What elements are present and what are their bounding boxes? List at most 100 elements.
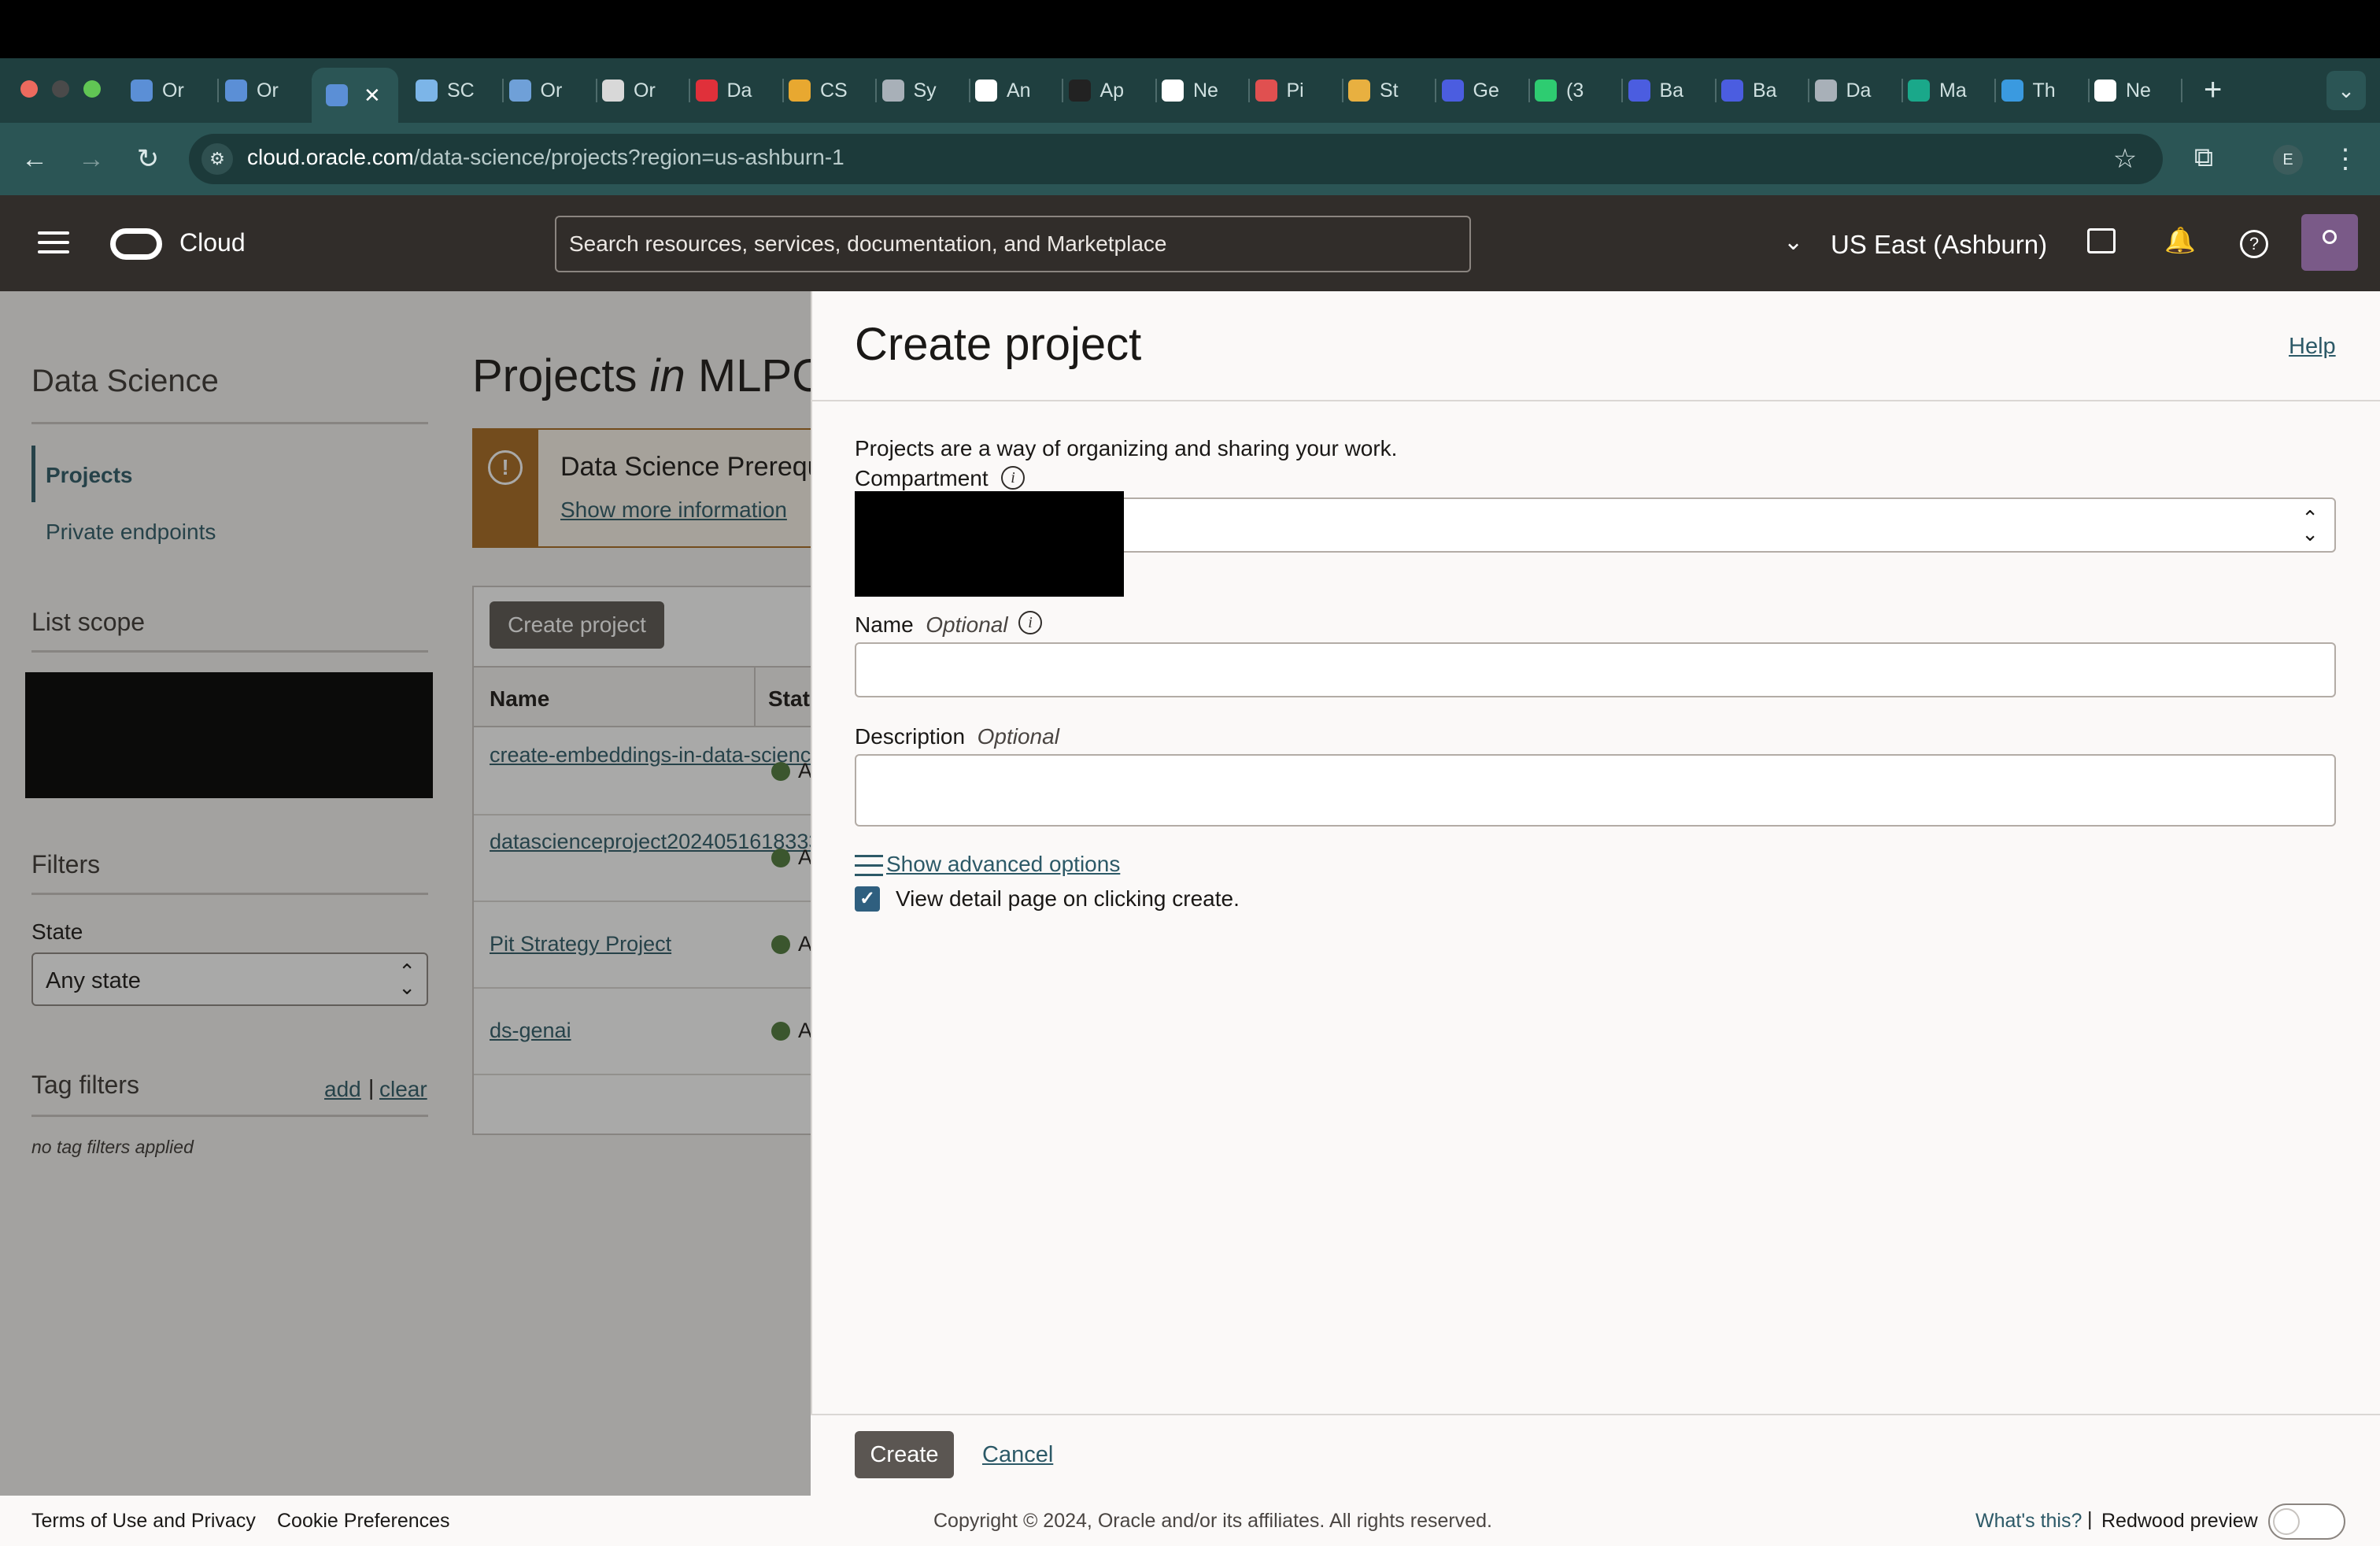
- redwood-preview-toggle[interactable]: [2268, 1503, 2345, 1540]
- tab-favicon-icon: [416, 80, 438, 102]
- tab-separator: [875, 79, 877, 102]
- browser-tab[interactable]: Or: [602, 68, 690, 113]
- tab-separator: [1714, 79, 1717, 102]
- tab-favicon-icon: [508, 80, 531, 102]
- tab-label: Ap: [1099, 79, 1125, 102]
- browser-tab[interactable]: Pi: [1255, 68, 1343, 113]
- notifications-bell-icon[interactable]: 🔔: [2164, 225, 2196, 255]
- tab-separator: [1994, 79, 1996, 102]
- tab-separator: [1062, 79, 1063, 102]
- view-detail-checkbox[interactable]: ✓: [855, 886, 880, 912]
- compartment-info-icon[interactable]: i: [1001, 466, 1025, 490]
- back-icon[interactable]: ←: [17, 143, 52, 175]
- tab-label: Ne: [2126, 79, 2151, 102]
- browser-tab[interactable]: ✕: [312, 68, 398, 123]
- tab-favicon-icon: [1441, 80, 1464, 102]
- browser-tab[interactable]: Or: [508, 68, 597, 113]
- tab-favicon-icon: [1348, 80, 1370, 102]
- menu-bar: [0, 0, 2380, 58]
- tab-separator: [689, 79, 690, 102]
- browser-tab[interactable]: Ba: [1721, 68, 1809, 113]
- site-info-icon[interactable]: ⚙: [201, 143, 233, 175]
- name-field[interactable]: [855, 642, 2336, 697]
- browser-tab[interactable]: Da: [695, 68, 784, 113]
- description-field[interactable]: [855, 754, 2336, 827]
- panel-header-divider: [811, 400, 2380, 401]
- browser-menu-icon[interactable]: ⋮: [2328, 143, 2363, 175]
- tab-favicon-icon: [695, 80, 718, 102]
- profile-avatar[interactable]: E: [2273, 145, 2303, 175]
- advanced-options-icon[interactable]: [855, 852, 883, 878]
- tab-favicon-icon: [1814, 80, 1837, 102]
- cloud-logo-text[interactable]: Cloud: [179, 228, 246, 257]
- browser-tab[interactable]: Ap: [1068, 68, 1157, 113]
- browser-tab[interactable]: Ne: [1162, 68, 1250, 113]
- browser-tab[interactable]: Th: [2001, 68, 2090, 113]
- browser-tab[interactable]: Or: [131, 68, 219, 113]
- tab-label: Or: [540, 79, 563, 102]
- tab-label: Pi: [1286, 79, 1304, 102]
- tab-favicon-icon: [1721, 80, 1743, 102]
- help-icon[interactable]: ?: [2240, 230, 2268, 258]
- cancel-link[interactable]: Cancel: [982, 1442, 1053, 1468]
- tab-separator: [1341, 79, 1343, 102]
- name-info-icon[interactable]: i: [1018, 611, 1042, 634]
- url-text[interactable]: cloud.oracle.com/data-science/projects?r…: [247, 145, 844, 170]
- tab-favicon-icon: [1068, 80, 1091, 102]
- name-label: Name Optional: [855, 612, 1008, 637]
- tab-favicon-icon: [1255, 80, 1277, 102]
- description-textarea[interactable]: [856, 756, 2334, 825]
- help-link[interactable]: Help: [2289, 334, 2336, 360]
- terms-link[interactable]: Terms of Use and Privacy: [31, 1510, 256, 1533]
- close-window-button[interactable]: [20, 80, 38, 98]
- tab-label: Or: [162, 79, 184, 102]
- browser-tab[interactable]: Ma: [1908, 68, 1996, 113]
- browser-tab[interactable]: Or: [225, 68, 313, 113]
- close-tab-icon[interactable]: ✕: [364, 83, 381, 108]
- reload-icon[interactable]: ↻: [131, 143, 165, 175]
- browser-tab[interactable]: Da: [1814, 68, 1903, 113]
- tab-label: Sy: [913, 79, 937, 102]
- show-advanced-options-link[interactable]: Show advanced options: [886, 852, 1120, 877]
- region-selector[interactable]: US East (Ashburn): [1831, 230, 2047, 260]
- tab-separator: [2181, 79, 2182, 102]
- browser-tab[interactable]: SC: [416, 68, 504, 113]
- tab-favicon-icon: [881, 80, 904, 102]
- tab-label: CS: [820, 79, 848, 102]
- browser-tab[interactable]: Ba: [1628, 68, 1717, 113]
- tab-favicon-icon: [2001, 80, 2023, 102]
- global-search[interactable]: [555, 216, 1471, 272]
- extensions-icon[interactable]: ⧉: [2186, 142, 2221, 173]
- region-chevron-icon[interactable]: ⌄: [1783, 228, 1803, 256]
- browser-tab[interactable]: (3: [1535, 68, 1623, 113]
- tab-label: Th: [2032, 79, 2056, 102]
- browser-tab[interactable]: An: [975, 68, 1063, 113]
- whats-this-link[interactable]: What's this?: [1975, 1510, 2082, 1533]
- cookie-preferences-link[interactable]: Cookie Preferences: [277, 1510, 450, 1533]
- browser-tab[interactable]: Ge: [1441, 68, 1530, 113]
- user-avatar[interactable]: [2301, 214, 2358, 271]
- footer-separator: |: [2087, 1508, 2093, 1530]
- new-tab-button[interactable]: +: [2204, 72, 2222, 108]
- tab-favicon-icon: [975, 80, 997, 102]
- browser-tab[interactable]: St: [1348, 68, 1436, 113]
- create-button[interactable]: Create: [855, 1431, 954, 1478]
- browser-tab[interactable]: Ne: [2094, 68, 2182, 113]
- search-input[interactable]: [556, 217, 1469, 271]
- browser-tab[interactable]: CS: [789, 68, 877, 113]
- oracle-logo-icon[interactable]: [110, 228, 162, 260]
- hamburger-menu-icon[interactable]: [38, 231, 69, 253]
- view-detail-label[interactable]: View detail page on clicking create.: [896, 886, 1240, 912]
- browser-tab[interactable]: Sy: [881, 68, 970, 113]
- bookmark-star-icon[interactable]: ☆: [2108, 143, 2142, 175]
- forward-icon[interactable]: →: [74, 143, 109, 175]
- modal-overlay[interactable]: [0, 291, 811, 1496]
- maximize-window-button[interactable]: [83, 80, 101, 98]
- tab-separator: [595, 79, 597, 102]
- cloud-shell-icon[interactable]: [2087, 228, 2116, 253]
- name-input[interactable]: [856, 644, 2334, 696]
- minimize-window-button[interactable]: [52, 80, 69, 98]
- tab-separator: [1901, 79, 1903, 102]
- tab-search-button[interactable]: ⌄: [2326, 71, 2366, 110]
- tab-label: Ne: [1193, 79, 1218, 102]
